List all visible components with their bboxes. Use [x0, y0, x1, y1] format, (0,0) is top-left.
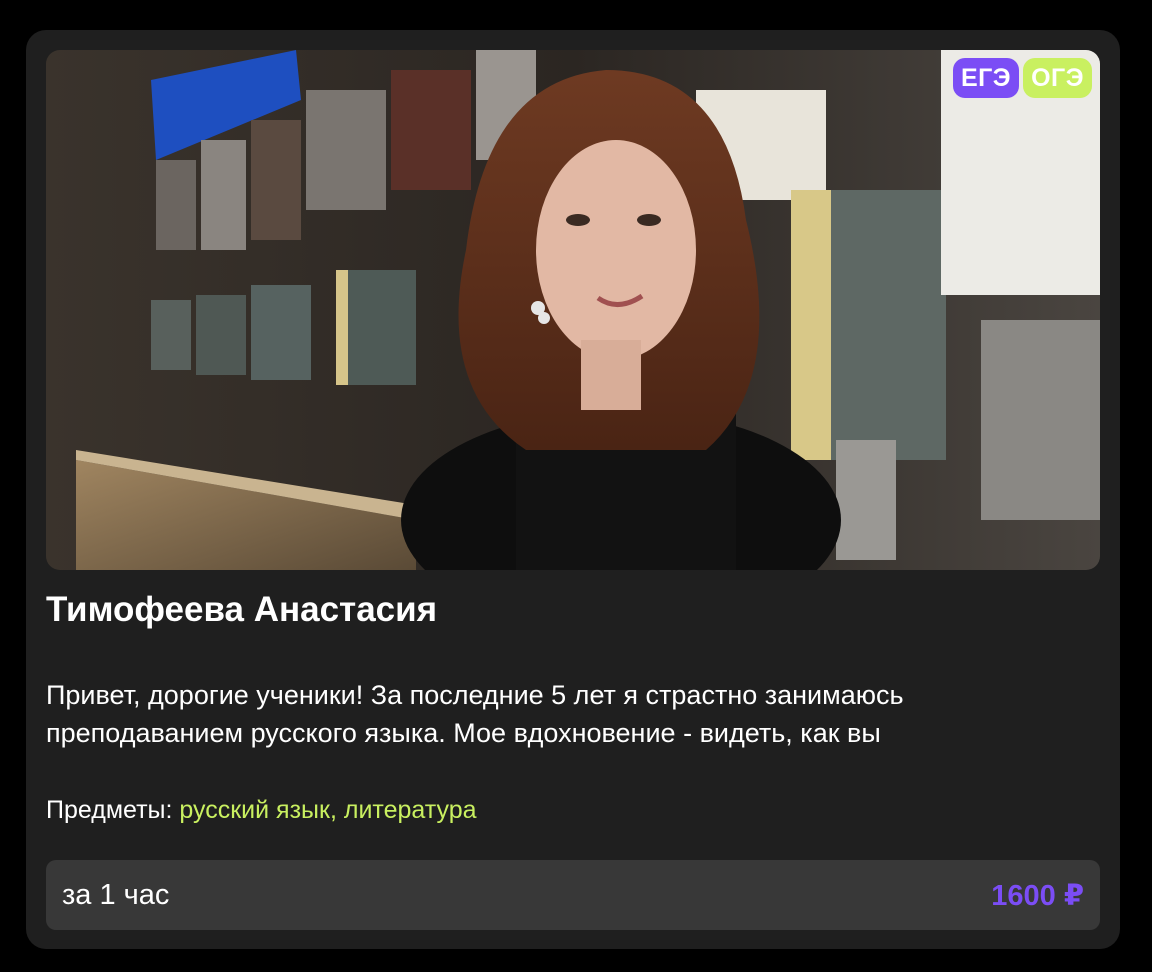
- oge-badge: ОГЭ: [1023, 58, 1092, 98]
- tutor-bio: Привет, дорогие ученики! За последние 5 …: [46, 676, 1106, 752]
- exam-badges: ЕГЭ ОГЭ: [952, 58, 1092, 98]
- ege-badge: ЕГЭ: [952, 58, 1020, 98]
- tutor-bio-line2: преподаванием русского языка. Мое вдохно…: [46, 718, 881, 748]
- tutor-card[interactable]: ЕГЭ ОГЭ Тимофеева Анастасия Привет, доро…: [26, 30, 1120, 949]
- tutor-photo-image: [46, 50, 1100, 570]
- tutor-bio-line1: Привет, дорогие ученики! За последние 5 …: [46, 680, 904, 710]
- subjects-label: Предметы:: [46, 796, 173, 824]
- subjects-list: русский язык, литература: [179, 796, 477, 824]
- tutor-photo: ЕГЭ ОГЭ: [46, 50, 1100, 570]
- price-value: 1600 ₽: [991, 879, 1084, 912]
- subjects-row: Предметы: русский язык, литература: [46, 796, 477, 825]
- price-bar[interactable]: за 1 час 1600 ₽: [46, 860, 1100, 930]
- tutor-name[interactable]: Тимофеева Анастасия: [46, 590, 437, 630]
- price-unit: за 1 час: [62, 878, 170, 911]
